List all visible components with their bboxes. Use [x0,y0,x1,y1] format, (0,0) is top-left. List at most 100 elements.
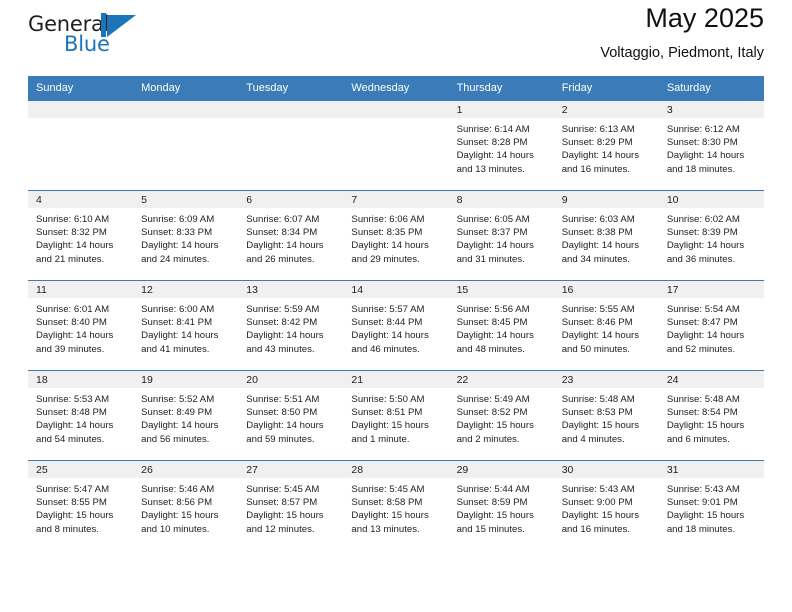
day-cell-inner: 12 Sunrise: 6:00 AM Sunset: 8:41 PM Dayligh… [133,281,239,370]
day-number [28,101,134,118]
logo-triangle-shape [107,15,136,37]
title-block: May 2025 Voltaggio, Piedmont, Italy [600,0,764,62]
calendar-day-cell-empty [238,100,344,191]
calendar-week-row: 4 Sunrise: 6:10 AM Sunset: 8:32 PM Daylight… [28,190,764,281]
calendar-week-row: 1 Sunrise: 6:14 AM Sunset: 8:28 PM Daylight… [28,100,764,191]
calendar-day-cell[interactable]: 16 Sunrise: 5:55 AM Sunset: 8:46 PM Dayligh… [553,280,659,371]
daylight-text: Daylight: 14 hours [141,420,219,432]
sunrise-text: Sunrise: 6:09 AM [141,214,215,225]
calendar-day-cell[interactable]: 5 Sunrise: 6:09 AM Sunset: 8:33 PM Daylight… [133,190,239,281]
calendar-day-cell[interactable]: 21 Sunrise: 5:50 AM Sunset: 8:51 PM Dayligh… [343,370,449,461]
sunrise-text: Sunrise: 6:07 AM [246,214,320,225]
calendar-day-cell[interactable]: 31 Sunrise: 5:43 AM Sunset: 9:01 PM Dayligh… [658,460,764,551]
calendar-body: 1 Sunrise: 6:14 AM Sunset: 8:28 PM Daylight… [28,100,764,551]
calendar-day-cell[interactable]: 17 Sunrise: 5:54 AM Sunset: 8:47 PM Dayligh… [658,280,764,371]
daylight-text: and 8 minutes. [36,523,99,535]
calendar-day-cell[interactable]: 4 Sunrise: 6:10 AM Sunset: 8:32 PM Daylight… [28,190,134,281]
day-number: 22 [448,371,554,388]
calendar-day-cell[interactable]: 30 Sunrise: 5:43 AM Sunset: 9:00 PM Dayligh… [553,460,659,551]
day-number: 13 [238,281,344,298]
calendar-day-cell[interactable]: 7 Sunrise: 6:06 AM Sunset: 8:35 PM Daylight… [343,190,449,281]
calendar-day-cell[interactable]: 12 Sunrise: 6:00 AM Sunset: 8:41 PM Dayligh… [133,280,239,371]
day-cell-inner: 22 Sunrise: 5:49 AM Sunset: 8:52 PM Dayligh… [448,371,554,460]
day-cell-details: Sunrise: 5:55 AM Sunset: 8:46 PM Daylight:… [554,298,659,356]
calendar-day-cell[interactable]: 24 Sunrise: 5:48 AM Sunset: 8:54 PM Dayligh… [658,370,764,461]
calendar-day-cell[interactable]: 13 Sunrise: 5:59 AM Sunset: 8:42 PM Dayligh… [238,280,344,371]
day-number: 17 [658,281,764,298]
sunset-text: Sunset: 8:51 PM [351,407,423,419]
weekday-header-saturday: Saturday [658,76,764,101]
day-cell-inner: 18 Sunrise: 5:53 AM Sunset: 8:48 PM Dayligh… [28,371,134,460]
daylight-text: Daylight: 14 hours [141,240,219,252]
sunrise-text: Sunrise: 6:10 AM [36,214,110,225]
calendar-day-cell[interactable]: 23 Sunrise: 5:48 AM Sunset: 8:53 PM Dayligh… [553,370,659,461]
sunset-text: Sunset: 8:56 PM [141,497,213,509]
brand-logo[interactable]: General Blue [28,10,148,62]
calendar-day-cell[interactable]: 14 Sunrise: 5:57 AM Sunset: 8:44 PM Dayligh… [343,280,449,371]
daylight-text: and 39 minutes. [36,343,105,355]
sunrise-text: Sunrise: 5:46 AM [141,484,215,495]
sunrise-text: Sunrise: 5:57 AM [351,304,425,315]
daylight-text: and 48 minutes. [456,343,525,355]
day-cell-details: Sunrise: 5:43 AM Sunset: 9:00 PM Daylight:… [554,478,659,536]
day-number [343,101,449,118]
day-cell-inner: 13 Sunrise: 5:59 AM Sunset: 8:42 PM Dayligh… [238,281,344,370]
calendar-day-cell[interactable]: 11 Sunrise: 6:01 AM Sunset: 8:40 PM Dayligh… [28,280,134,371]
daylight-text: Daylight: 15 hours [666,510,745,522]
day-number: 23 [553,371,659,388]
daylight-text: and 41 minutes. [141,343,210,355]
sunrise-text: Sunrise: 5:48 AM [666,394,740,405]
calendar-day-cell[interactable]: 22 Sunrise: 5:49 AM Sunset: 8:52 PM Dayligh… [448,370,554,461]
day-cell-inner: 31 Sunrise: 5:43 AM Sunset: 9:01 PM Dayligh… [658,461,764,551]
calendar-day-cell[interactable]: 10 Sunrise: 6:02 AM Sunset: 8:39 PM Dayligh… [658,190,764,281]
daylight-text: Daylight: 14 hours [246,330,324,342]
day-number: 24 [658,371,764,388]
day-number: 19 [133,371,239,388]
day-cell-details: Sunrise: 5:44 AM Sunset: 8:59 PM Daylight:… [449,478,554,536]
calendar-day-cell[interactable]: 27 Sunrise: 5:45 AM Sunset: 8:57 PM Dayligh… [238,460,344,551]
calendar-day-cell[interactable]: 9 Sunrise: 6:03 AM Sunset: 8:38 PM Daylight… [553,190,659,281]
calendar-day-cell[interactable]: 18 Sunrise: 5:53 AM Sunset: 8:48 PM Dayligh… [28,370,134,461]
day-cell-details: Sunrise: 5:47 AM Sunset: 8:55 PM Daylight:… [28,478,133,536]
calendar-day-cell[interactable]: 25 Sunrise: 5:47 AM Sunset: 8:55 PM Dayligh… [28,460,134,551]
daylight-text: Daylight: 14 hours [561,150,640,162]
daylight-text: Daylight: 14 hours [561,330,640,342]
daylight-text: and 50 minutes. [561,343,630,355]
calendar-day-cell[interactable]: 1 Sunrise: 6:14 AM Sunset: 8:28 PM Daylight… [448,100,554,191]
sunrise-text: Sunrise: 5:53 AM [36,394,110,405]
calendar-day-cell[interactable]: 19 Sunrise: 5:52 AM Sunset: 8:49 PM Dayligh… [133,370,239,461]
calendar-day-cell[interactable]: 29 Sunrise: 5:44 AM Sunset: 8:59 PM Dayligh… [448,460,554,551]
logo-triangle-icon [101,13,137,37]
daylight-text: and 13 minutes. [456,163,525,175]
calendar-week-row: 11 Sunrise: 6:01 AM Sunset: 8:40 PM Dayligh… [28,280,764,371]
day-number: 18 [28,371,134,388]
calendar-day-cell[interactable]: 2 Sunrise: 6:13 AM Sunset: 8:29 PM Daylight… [553,100,659,191]
calendar-day-cell[interactable]: 8 Sunrise: 6:05 AM Sunset: 8:37 PM Daylight… [448,190,554,281]
day-cell-inner: 26 Sunrise: 5:46 AM Sunset: 8:56 PM Dayligh… [133,461,239,551]
calendar-day-cell[interactable]: 6 Sunrise: 6:07 AM Sunset: 8:34 PM Daylight… [238,190,344,281]
weekday-header-tuesday: Tuesday [238,76,344,101]
day-cell-inner [133,101,239,190]
sunset-text: Sunset: 8:55 PM [36,497,107,509]
daylight-text: and 16 minutes. [561,523,630,535]
calendar-day-cell[interactable]: 3 Sunrise: 6:12 AM Sunset: 8:30 PM Daylight… [658,100,764,191]
daylight-text: Daylight: 14 hours [456,330,534,342]
day-cell-inner: 29 Sunrise: 5:44 AM Sunset: 8:59 PM Dayligh… [448,461,554,551]
day-number: 12 [133,281,239,298]
day-number: 20 [238,371,344,388]
daylight-text: Daylight: 15 hours [246,510,324,522]
day-cell-details: Sunrise: 6:07 AM Sunset: 8:34 PM Daylight:… [238,208,343,266]
day-cell-inner: 24 Sunrise: 5:48 AM Sunset: 8:54 PM Dayligh… [658,371,764,460]
calendar-day-cell[interactable]: 15 Sunrise: 5:56 AM Sunset: 8:45 PM Dayligh… [448,280,554,371]
day-number: 11 [28,281,134,298]
sunset-text: Sunset: 8:30 PM [666,137,738,149]
daylight-text: Daylight: 15 hours [456,510,534,522]
sunset-text: Sunset: 8:48 PM [36,407,107,419]
daylight-text: and 18 minutes. [666,163,736,175]
calendar-day-cell[interactable]: 28 Sunrise: 5:45 AM Sunset: 8:58 PM Dayligh… [343,460,449,551]
calendar-day-cell[interactable]: 20 Sunrise: 5:51 AM Sunset: 8:50 PM Dayligh… [238,370,344,461]
day-number: 6 [238,191,344,208]
day-cell-details [238,118,343,123]
calendar-day-cell[interactable]: 26 Sunrise: 5:46 AM Sunset: 8:56 PM Dayligh… [133,460,239,551]
daylight-text: Daylight: 14 hours [36,240,114,252]
